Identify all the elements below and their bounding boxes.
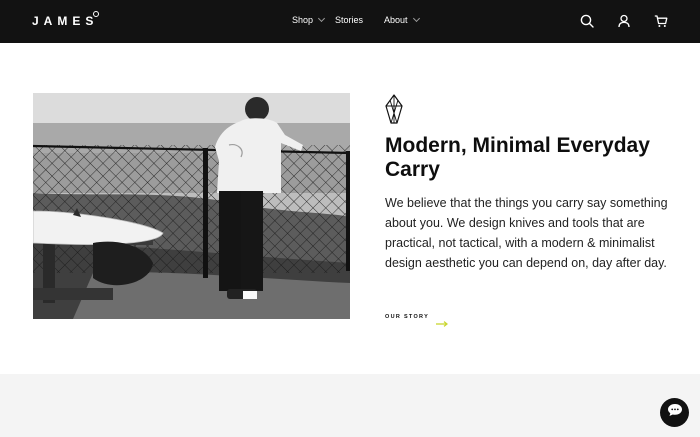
site-header: JAMES Shop Stories About xyxy=(0,0,700,43)
nav-shop-label: Shop xyxy=(292,15,314,25)
next-section xyxy=(0,374,700,437)
hero-body-text: We believe that the things you carry say… xyxy=(385,196,668,270)
chevron-down-icon xyxy=(317,14,326,23)
arrow-right-icon xyxy=(436,314,449,327)
nav-stories[interactable]: Stories xyxy=(335,15,363,25)
account-icon[interactable] xyxy=(616,13,632,29)
chat-launcher-button[interactable] xyxy=(660,398,689,427)
chat-bubble-icon xyxy=(667,403,683,422)
search-icon[interactable] xyxy=(579,13,595,29)
brand-gem-icon xyxy=(385,94,403,124)
cart-icon[interactable] xyxy=(653,13,669,29)
our-story-label: OUR STORY xyxy=(385,314,430,320)
nav-about[interactable]: About xyxy=(384,14,420,25)
nav-about-label: About xyxy=(384,15,408,25)
hero-headline: Modern, Minimal Everyday Carry xyxy=(385,134,650,181)
our-story-link[interactable]: OUR STORY xyxy=(385,312,449,327)
hero-image xyxy=(33,93,350,319)
nav-shop[interactable]: Shop xyxy=(292,14,326,25)
nav-stories-label: Stories xyxy=(335,15,364,25)
chevron-down-icon xyxy=(412,14,420,23)
main-nav: Shop Stories About xyxy=(0,14,700,29)
